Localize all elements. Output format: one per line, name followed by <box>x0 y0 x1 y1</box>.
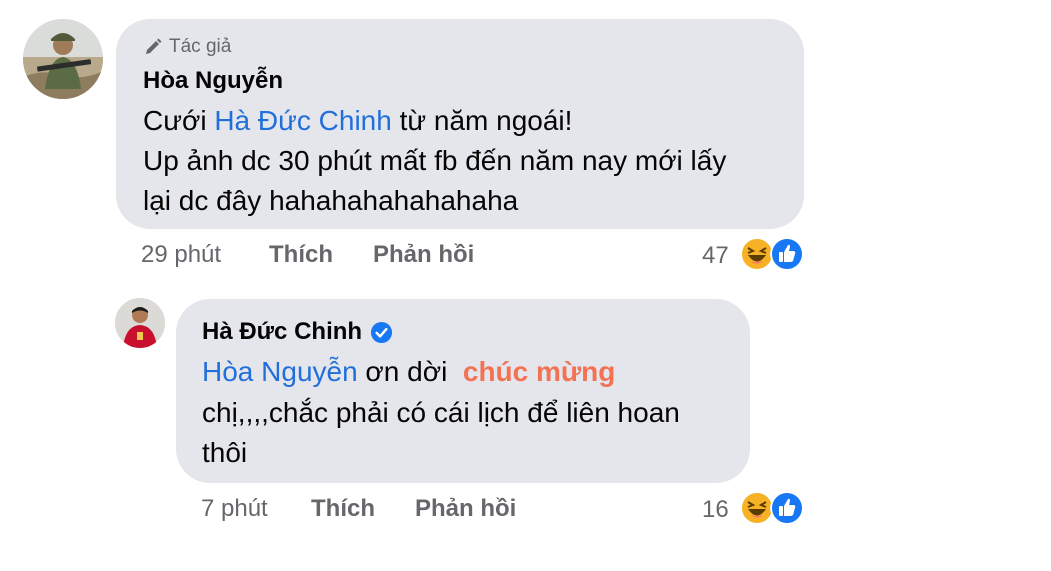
avatar-photo <box>23 19 103 99</box>
haha-reaction-icon <box>740 491 774 525</box>
comment-text: Cưới <box>143 105 215 136</box>
like-reaction-icon <box>770 237 804 271</box>
like-button[interactable]: Thích <box>311 495 375 523</box>
comment-text-line-1: Hòa Nguyễn ơn dời chúc mừng <box>202 356 615 388</box>
haha-reaction-icon <box>740 237 774 271</box>
reaction-count[interactable]: 47 <box>702 242 729 270</box>
author-badge-label: Tác giả <box>169 36 232 57</box>
highlighted-text[interactable]: chúc mừng <box>463 356 616 387</box>
avatar-hoa-nguyen[interactable] <box>23 19 103 99</box>
avatar-ha-duc-chinh[interactable] <box>115 298 165 348</box>
comment-timestamp[interactable]: 29 phút <box>141 241 221 269</box>
comment-text-line-1: Cưới Hà Đức Chinh từ năm ngoái! <box>143 105 572 137</box>
comment-text: từ năm ngoái! <box>391 105 573 136</box>
comment-text-line-2: chị,,,,chắc phải có cái lịch để liên hoa… <box>202 397 680 428</box>
avatar-photo <box>115 298 165 348</box>
verified-badge-icon <box>371 321 393 343</box>
comment-text: ơn dời <box>357 356 463 387</box>
reaction-icons[interactable] <box>740 491 804 527</box>
author-name[interactable]: Hòa Nguyễn <box>143 67 283 95</box>
comment-timestamp[interactable]: 7 phút <box>201 495 268 523</box>
pencil-icon <box>146 38 162 54</box>
mention-link[interactable]: Hòa Nguyễn <box>202 356 358 387</box>
reply-button[interactable]: Phản hồi <box>415 495 516 523</box>
reply-button[interactable]: Phản hồi <box>373 241 474 269</box>
comment-text-line-2: Up ảnh dc 30 phút mất fb đến năm nay mới… <box>143 145 727 176</box>
author-name-text[interactable]: Hòa Nguyễn <box>143 67 283 95</box>
reaction-count[interactable]: 16 <box>702 496 729 524</box>
mention-link[interactable]: Hà Đức Chinh <box>214 105 391 136</box>
like-button[interactable]: Thích <box>269 241 333 269</box>
comment-text-line-3: thôi <box>202 437 248 468</box>
like-reaction-icon <box>770 491 804 525</box>
author-badge: Tác giả <box>143 36 231 58</box>
reaction-icons[interactable] <box>740 237 804 273</box>
author-name-text[interactable]: Hà Đức Chinh <box>202 318 362 346</box>
comment-text-line-3: lại dc đây hahahahahahahaha <box>143 185 519 216</box>
author-name[interactable]: Hà Đức Chinh <box>202 318 393 346</box>
